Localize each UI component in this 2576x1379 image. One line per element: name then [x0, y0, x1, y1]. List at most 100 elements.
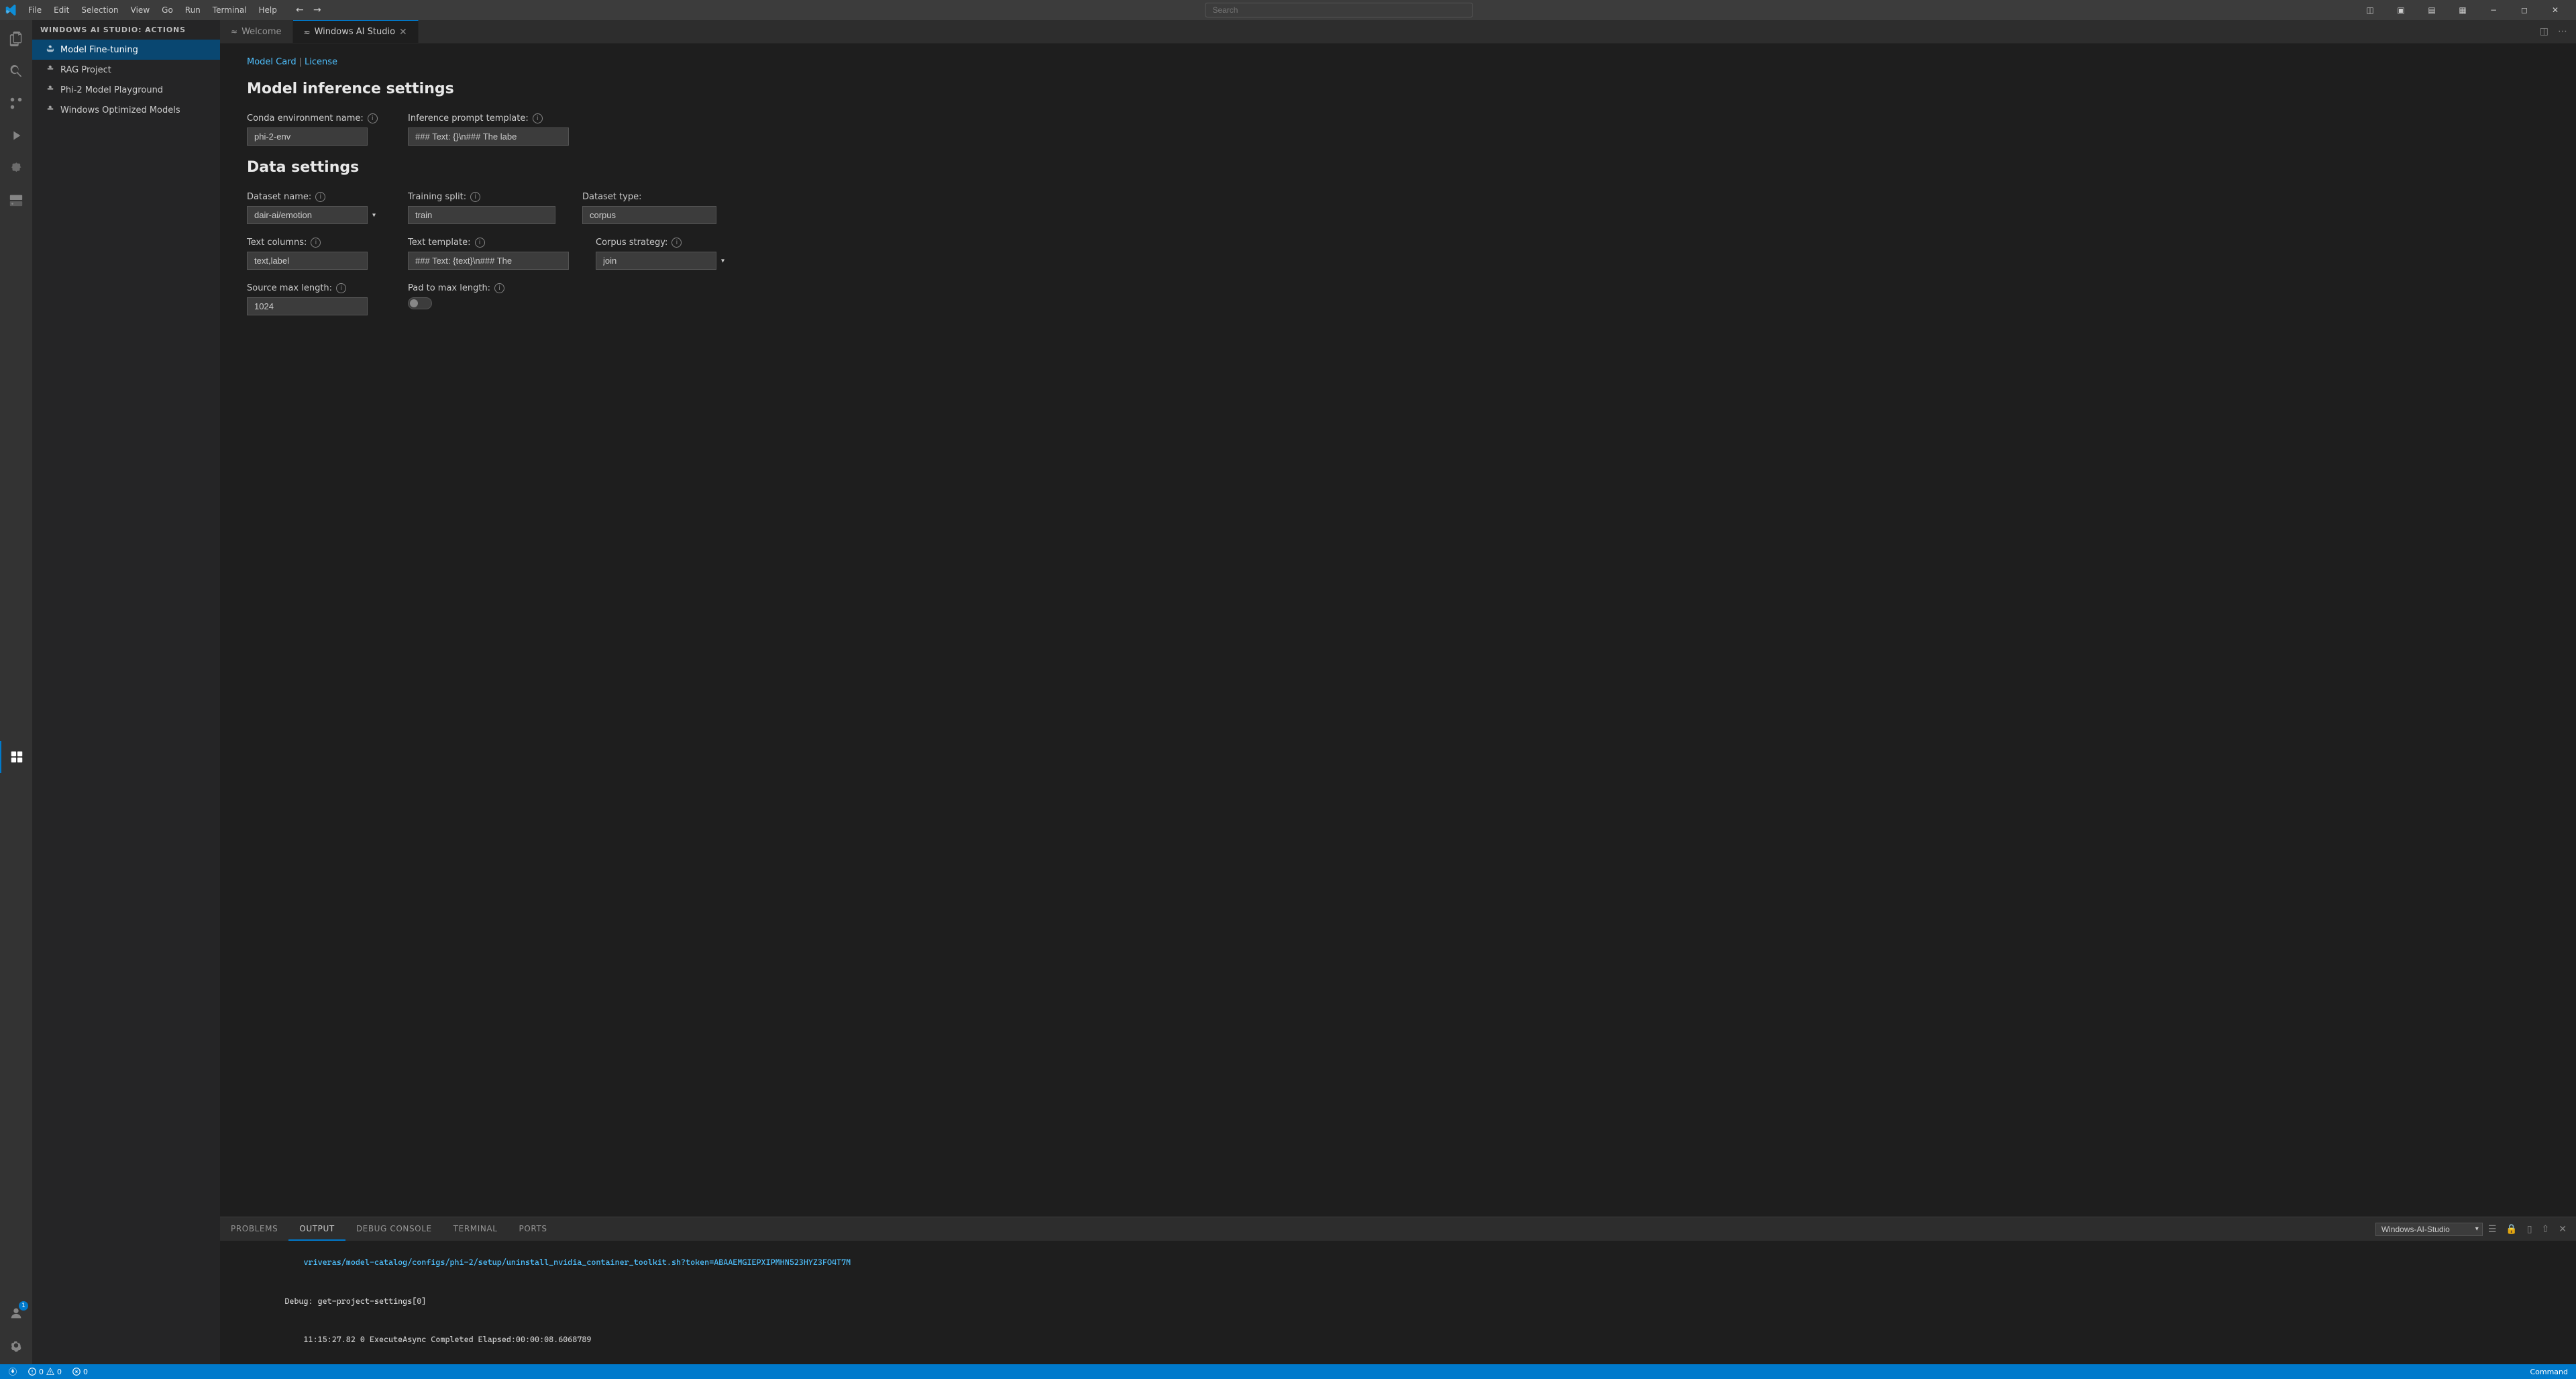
menu-terminal[interactable]: Terminal: [207, 4, 252, 16]
training-split-info-icon[interactable]: i: [470, 192, 480, 202]
status-remote[interactable]: [5, 1364, 20, 1379]
menu-help[interactable]: Help: [254, 4, 282, 16]
conda-env-input[interactable]: [247, 127, 368, 146]
panel-tab-output[interactable]: OUTPUT: [288, 1217, 345, 1241]
log-line-2: 11:15:27.82 0 ExecuteAsync Completed Ela…: [228, 1321, 2568, 1360]
log-info-text-1: Debug: get-project-settings[0]: [284, 1296, 426, 1306]
data-settings-row3: Source max length: i Pad to max length: …: [247, 283, 2549, 315]
corpus-strategy-select[interactable]: join split: [596, 252, 716, 270]
menu-run[interactable]: Run: [180, 4, 206, 16]
nav-back-button[interactable]: ←: [293, 3, 307, 17]
close-button[interactable]: ✕: [2540, 0, 2571, 20]
conda-env-label: Conda environment name: i: [247, 113, 381, 123]
panel-tab-bar: PROBLEMS OUTPUT DEBUG CONSOLE TERMINAL P…: [220, 1217, 2576, 1241]
breadcrumb: Model Card | License: [247, 57, 2549, 67]
activity-explorer[interactable]: [0, 23, 32, 55]
status-right: Command: [2527, 1368, 2571, 1376]
source-max-length-input[interactable]: [247, 297, 368, 315]
dataset-type-input[interactable]: [582, 206, 716, 224]
training-split-input[interactable]: [408, 206, 555, 224]
menu-selection[interactable]: Selection: [76, 4, 123, 16]
menu-file[interactable]: File: [23, 4, 47, 16]
text-columns-label: Text columns: i: [247, 238, 381, 248]
log-line-1: Debug: get-project-settings[0]: [228, 1282, 2568, 1321]
inference-prompt-input[interactable]: [408, 127, 569, 146]
more-actions-button[interactable]: ⋯: [2555, 24, 2571, 39]
activity-windows-ai-studio[interactable]: [0, 741, 32, 773]
breadcrumb-license[interactable]: License: [305, 57, 337, 67]
inference-prompt-label: Inference prompt template: i: [408, 113, 569, 123]
output-selector[interactable]: Windows-AI-Studio: [2375, 1223, 2483, 1236]
split-editor-right-button[interactable]: ◫: [2536, 24, 2552, 39]
panel-tab-debug-console[interactable]: DEBUG CONSOLE: [345, 1217, 443, 1241]
log-line-3: [2023-12-11T15:15:27.824Z] [INFO] Comman…: [228, 1360, 2568, 1364]
sidebar-toggle-button[interactable]: ◫: [2355, 0, 2385, 20]
pad-to-max-length-group: Pad to max length: i: [408, 283, 542, 309]
log-line-0: vriveras/model-catalog/configs/phi-2/set…: [228, 1243, 2568, 1282]
search-input[interactable]: [1205, 3, 1473, 17]
training-split-group: Training split: i: [408, 192, 555, 224]
status-command[interactable]: Command: [2527, 1368, 2571, 1376]
dataset-name-select[interactable]: dair-ai/emotion: [247, 206, 368, 224]
clear-output-button[interactable]: ☰: [2484, 1222, 2501, 1237]
account-badge: 1: [19, 1301, 28, 1311]
data-settings-row1: Dataset name: i dair-ai/emotion ▾ Trai: [247, 192, 2549, 224]
menu-edit[interactable]: Edit: [48, 4, 74, 16]
corpus-strategy-info-icon[interactable]: i: [672, 238, 682, 248]
customize-layout-button[interactable]: ▦: [2447, 0, 2478, 20]
panel-output-content: vriveras/model-catalog/configs/phi-2/set…: [220, 1241, 2576, 1364]
editor-area: ≈ Welcome ≈ Windows AI Studio ✕ ◫ ⋯ Mode…: [220, 20, 2576, 1364]
activity-search[interactable]: [0, 55, 32, 87]
text-columns-input[interactable]: [247, 252, 368, 270]
corpus-strategy-chevron-icon: ▾: [721, 257, 724, 264]
editor-actions: ◫ ⋯: [2531, 20, 2576, 43]
activity-source-control[interactable]: [0, 87, 32, 119]
panel-tab-problems[interactable]: PROBLEMS: [220, 1217, 288, 1241]
status-warnings[interactable]: 0: [70, 1364, 91, 1379]
activity-remote-explorer[interactable]: [0, 184, 32, 216]
error-count: 0: [39, 1368, 44, 1376]
copy-output-button[interactable]: ▯: [2523, 1222, 2536, 1237]
activity-account[interactable]: 1: [0, 1297, 32, 1329]
panel-tab-terminal[interactable]: TERMINAL: [443, 1217, 508, 1241]
tab-bar: ≈ Welcome ≈ Windows AI Studio ✕ ◫ ⋯: [220, 20, 2576, 44]
panel-tab-ports[interactable]: PORTS: [508, 1217, 558, 1241]
editor-content[interactable]: Model Card | License Model inference set…: [220, 44, 2576, 1217]
log-info-text-2: 11:15:27.82 0 ExecuteAsync Completed Ela…: [284, 1335, 591, 1344]
inference-prompt-info-icon[interactable]: i: [533, 113, 543, 123]
activity-run[interactable]: [0, 119, 32, 152]
training-split-label: Training split: i: [408, 192, 555, 202]
pad-to-max-length-info-icon[interactable]: i: [494, 283, 504, 293]
menu-view[interactable]: View: [125, 4, 155, 16]
sidebar-item-phi2-playground[interactable]: Phi-2 Model Playground: [32, 80, 220, 100]
pad-to-max-length-toggle[interactable]: [408, 297, 432, 309]
dataset-name-select-wrapper: dair-ai/emotion ▾: [247, 206, 381, 224]
text-columns-info-icon[interactable]: i: [311, 238, 321, 248]
sidebar-item-model-finetuning[interactable]: Model Fine-tuning: [32, 40, 220, 60]
text-template-info-icon[interactable]: i: [475, 238, 485, 248]
model-finetuning-icon: [46, 44, 55, 56]
close-panel-button[interactable]: ✕: [2555, 1222, 2571, 1237]
activity-settings[interactable]: [0, 1329, 32, 1362]
editor-layout-button[interactable]: ▣: [2385, 0, 2416, 20]
dataset-name-info-icon[interactable]: i: [315, 192, 325, 202]
restore-button[interactable]: ◻: [2509, 0, 2540, 20]
breadcrumb-model-card[interactable]: Model Card: [247, 57, 297, 67]
lock-output-button[interactable]: 🔒: [2502, 1222, 2521, 1237]
text-template-input[interactable]: [408, 252, 569, 270]
sidebar-item-rag-project[interactable]: RAG Project: [32, 60, 220, 80]
minimize-button[interactable]: −: [2478, 0, 2509, 20]
tab-welcome[interactable]: ≈ Welcome: [220, 20, 293, 43]
panel: PROBLEMS OUTPUT DEBUG CONSOLE TERMINAL P…: [220, 1217, 2576, 1364]
source-max-length-info-icon[interactable]: i: [336, 283, 346, 293]
tab-windows-ai-studio[interactable]: ≈ Windows AI Studio ✕: [293, 20, 419, 43]
tab-close-button[interactable]: ✕: [399, 27, 407, 38]
activity-extensions[interactable]: [0, 152, 32, 184]
menu-go[interactable]: Go: [156, 4, 178, 16]
maximize-panel-button[interactable]: ⇧: [2538, 1222, 2554, 1237]
nav-forward-button[interactable]: →: [311, 3, 324, 17]
split-editor-button[interactable]: ▤: [2416, 0, 2447, 20]
conda-env-info-icon[interactable]: i: [368, 113, 378, 123]
sidebar-item-windows-models[interactable]: Windows Optimized Models: [32, 100, 220, 120]
status-errors[interactable]: 0 0: [25, 1364, 64, 1379]
